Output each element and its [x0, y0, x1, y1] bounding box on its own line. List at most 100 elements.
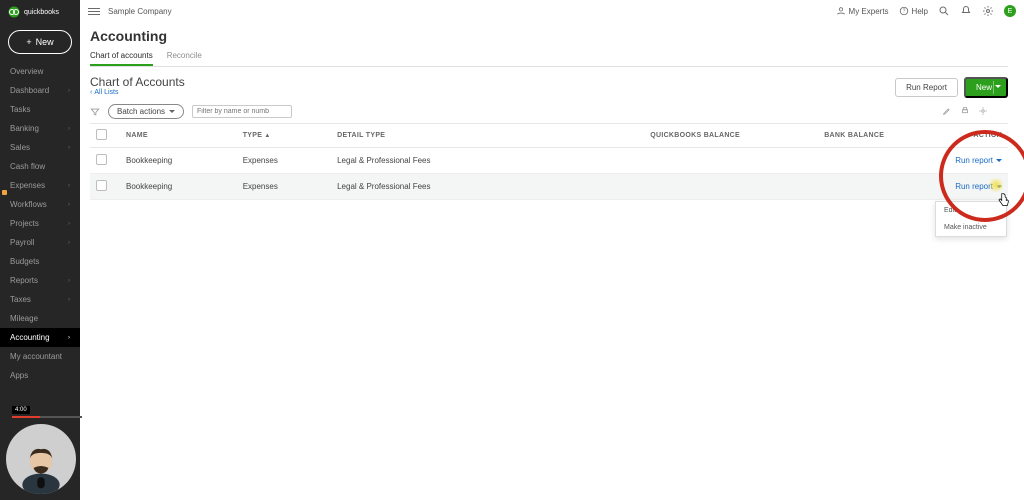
top-bar: Sample Company My Experts ? Help E [80, 0, 1024, 22]
section-title: Chart of Accounts [90, 75, 185, 89]
nav-reports[interactable]: Reports› [0, 271, 80, 290]
nav-my-accountant[interactable]: My accountant [0, 347, 80, 366]
edit-pencil-icon[interactable] [942, 106, 952, 118]
row-detail: Legal & Professional Fees [331, 174, 542, 200]
user-avatar[interactable]: E [1004, 5, 1016, 17]
run-report-button[interactable]: Run Report [895, 78, 958, 97]
new-button[interactable]: + New [8, 30, 72, 54]
help-icon: ? [899, 6, 909, 16]
accounts-table: NAME TYPE ▲ DETAIL TYPE QUICKBOOKS BALAN… [90, 123, 1008, 200]
new-button-label: New [36, 37, 54, 47]
nav-label: Accounting [10, 333, 50, 342]
nav-label: Banking [10, 124, 39, 133]
nav-overview[interactable]: Overview [0, 62, 80, 81]
row-action-label: Run report [955, 156, 993, 165]
video-timestamp: 4:00 [12, 406, 30, 414]
training-marker-icon [2, 190, 7, 195]
menu-item-make-inactive[interactable]: Make inactive [936, 219, 1006, 236]
batch-actions-dropdown[interactable]: Batch actions [108, 104, 184, 119]
row-bank-balance [746, 148, 890, 174]
select-all-checkbox[interactable] [96, 129, 107, 140]
nav-taxes[interactable]: Taxes› [0, 290, 80, 309]
col-detail[interactable]: DETAIL TYPE [331, 124, 542, 148]
nav-label: Cash flow [10, 162, 45, 171]
sidebar-footer: 4:00 [0, 392, 80, 500]
nav-label: My accountant [10, 352, 62, 361]
col-type[interactable]: TYPE ▲ [237, 124, 331, 148]
company-name[interactable]: Sample Company [108, 7, 172, 16]
video-progress[interactable] [12, 416, 82, 418]
row-action-run-report[interactable]: Run report [955, 156, 1002, 165]
chevron-left-icon: ‹ [90, 89, 92, 96]
brand-name: quickbooks [24, 9, 59, 16]
col-qb-balance[interactable]: QUICKBOOKS BALANCE [542, 124, 746, 148]
nav-accounting[interactable]: Accounting› [0, 328, 80, 347]
chevron-down-icon[interactable] [996, 185, 1002, 188]
table-row: Bookkeeping Expenses Legal & Professiona… [90, 148, 1008, 174]
tab-reconcile[interactable]: Reconcile [167, 48, 202, 66]
tab-chart-of-accounts[interactable]: Chart of accounts [90, 48, 153, 66]
my-experts-link[interactable]: My Experts [836, 6, 889, 16]
row-checkbox[interactable] [96, 154, 107, 165]
row-detail: Legal & Professional Fees [331, 148, 542, 174]
nav-label: Dashboard [10, 86, 49, 95]
brand-logo[interactable]: quickbooks [0, 0, 80, 24]
col-name[interactable]: NAME [120, 124, 237, 148]
row-action-run-report[interactable]: Run report [955, 182, 1002, 191]
chevron-down-icon[interactable] [996, 159, 1002, 162]
bell-icon[interactable] [960, 5, 972, 17]
nav-label: Reports [10, 276, 38, 285]
nav-apps[interactable]: Apps [0, 366, 80, 385]
new-account-button[interactable]: New [964, 77, 1008, 98]
nav-budgets[interactable]: Budgets [0, 252, 80, 271]
list-toolbar: Batch actions [90, 104, 1008, 119]
row-name[interactable]: Bookkeeping [120, 148, 237, 174]
help-link[interactable]: ? Help [899, 6, 928, 16]
gear-icon[interactable] [982, 5, 994, 17]
col-type-label: TYPE [243, 132, 262, 139]
col-bank-balance[interactable]: BANK BALANCE [746, 124, 890, 148]
nav-cashflow[interactable]: Cash flow [0, 157, 80, 176]
svg-text:?: ? [902, 9, 905, 15]
presenter-webcam [6, 424, 76, 494]
nav-workflows[interactable]: Workflows› [0, 195, 80, 214]
nav-expenses[interactable]: Expenses› [0, 176, 80, 195]
page-content: Accounting Chart of accounts Reconcile C… [80, 22, 1024, 500]
print-icon[interactable] [960, 106, 970, 118]
table-row: Bookkeeping Expenses Legal & Professiona… [90, 174, 1008, 200]
my-experts-label: My Experts [849, 7, 889, 16]
filter-icon[interactable] [90, 107, 100, 117]
hamburger-icon[interactable] [88, 8, 100, 15]
help-label: Help [912, 7, 928, 16]
nav-payroll[interactable]: Payroll› [0, 233, 80, 252]
nav-label: Taxes [10, 295, 31, 304]
nav-dashboard[interactable]: Dashboard› [0, 81, 80, 100]
nav-mileage[interactable]: Mileage [0, 309, 80, 328]
row-action-menu: Edit Make inactive [935, 201, 1007, 237]
nav-tasks[interactable]: Tasks [0, 100, 80, 119]
row-checkbox[interactable] [96, 180, 107, 191]
nav-label: Mileage [10, 314, 38, 323]
settings-cog-icon[interactable] [978, 106, 988, 118]
back-all-lists-link[interactable]: ‹All Lists [90, 89, 185, 96]
nav-projects[interactable]: Projects› [0, 214, 80, 233]
nav-label: Tasks [10, 105, 30, 114]
main-area: Sample Company My Experts ? Help E Accou… [80, 0, 1024, 500]
row-qb-balance [542, 148, 746, 174]
nav-label: Overview [10, 67, 43, 76]
nav-label: Sales [10, 143, 30, 152]
nav-label: Apps [10, 371, 28, 380]
person-icon [836, 6, 846, 16]
plus-icon: + [26, 37, 31, 47]
nav-sales[interactable]: Sales› [0, 138, 80, 157]
row-bank-balance [746, 174, 890, 200]
col-action: ACTION [890, 124, 1008, 148]
nav-banking[interactable]: Banking› [0, 119, 80, 138]
menu-item-edit[interactable]: Edit [936, 202, 1006, 219]
row-type: Expenses [237, 174, 331, 200]
row-name[interactable]: Bookkeeping [120, 174, 237, 200]
search-icon[interactable] [938, 5, 950, 17]
row-qb-balance [542, 174, 746, 200]
search-input[interactable] [192, 105, 292, 118]
row-action-label: Run report [955, 182, 993, 191]
